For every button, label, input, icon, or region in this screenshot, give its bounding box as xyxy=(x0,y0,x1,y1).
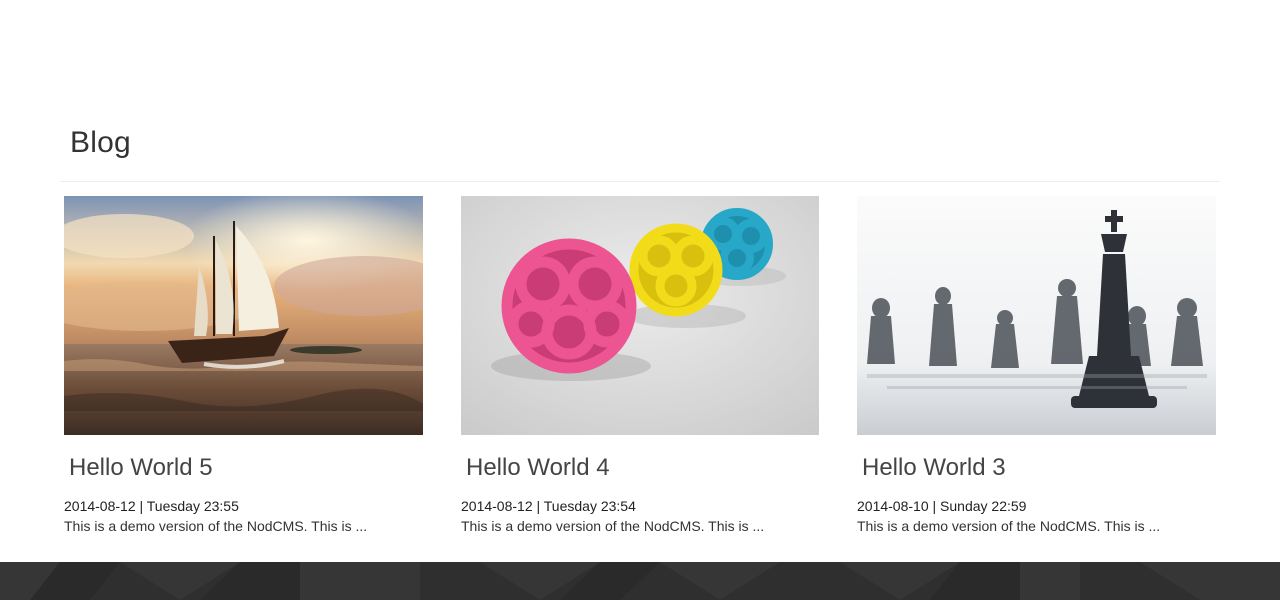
blog-card: Hello World 3 2014-08-10 | Sunday 22:59 … xyxy=(857,196,1216,535)
section-divider xyxy=(60,181,1220,182)
sailing-ship-image xyxy=(64,196,423,435)
post-thumbnail-link[interactable] xyxy=(857,196,1216,435)
post-title-link[interactable]: Hello World 3 xyxy=(862,453,1216,483)
post-excerpt: This is a demo version of the NodCMS. Th… xyxy=(461,518,765,534)
post-date: 2014-08-12 | Tuesday 23:55 xyxy=(64,498,239,514)
chess-pieces-image xyxy=(857,196,1216,435)
post-date: 2014-08-10 | Sunday 22:59 xyxy=(857,498,1027,514)
page-title: Blog xyxy=(70,126,131,159)
post-excerpt: This is a demo version of the NodCMS. Th… xyxy=(857,518,1161,534)
knotted-spheres-image xyxy=(461,196,819,435)
post-thumbnail-link[interactable] xyxy=(461,196,819,435)
post-date: 2014-08-12 | Tuesday 23:54 xyxy=(461,498,636,514)
footer-pattern xyxy=(0,562,1280,600)
post-thumbnail-link[interactable] xyxy=(64,196,423,435)
blog-card: Hello World 5 2014-08-12 | Tuesday 23:55… xyxy=(64,196,423,535)
blog-card: Hello World 4 2014-08-12 | Tuesday 23:54… xyxy=(461,196,819,535)
post-excerpt: This is a demo version of the NodCMS. Th… xyxy=(64,518,368,534)
post-title-link[interactable]: Hello World 5 xyxy=(69,453,423,483)
post-title-link[interactable]: Hello World 4 xyxy=(466,453,819,483)
footer xyxy=(0,562,1280,600)
